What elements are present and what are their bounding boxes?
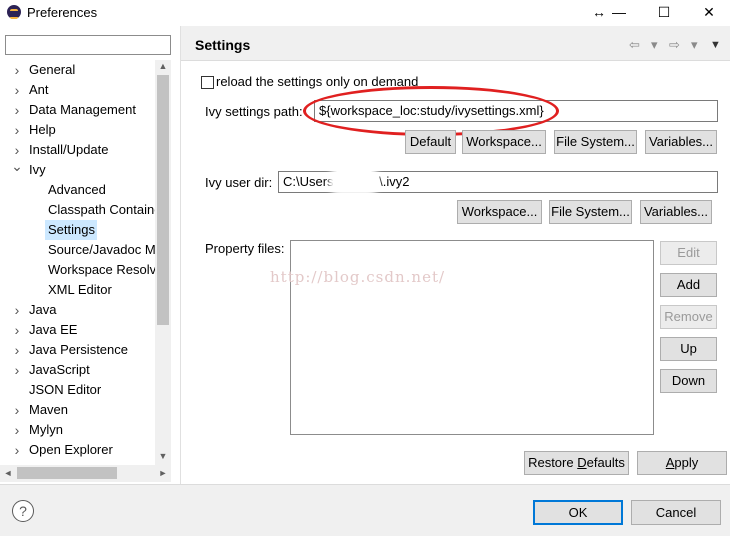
- up-button[interactable]: Up: [660, 337, 717, 361]
- add-button[interactable]: Add: [660, 273, 717, 297]
- chevron-right-icon[interactable]: ›: [10, 300, 24, 320]
- ivy-settings-path-label: Ivy settings path:: [205, 104, 303, 119]
- ivy-user-dir-suffix: \.ivy2: [379, 174, 410, 189]
- eclipse-app-icon: [7, 5, 21, 19]
- tree-item[interactable]: ⌄ Ivy: [0, 158, 156, 180]
- chevron-right-icon[interactable]: ›: [10, 320, 24, 340]
- tree-item-label: Java: [29, 302, 57, 317]
- tree-item[interactable]: › Maven: [0, 400, 156, 420]
- maximize-button[interactable]: ☐: [641, 0, 687, 26]
- chevron-right-icon[interactable]: ›: [10, 100, 24, 120]
- filter-input[interactable]: [5, 35, 171, 55]
- tree-item[interactable]: XML Editor: [0, 280, 156, 300]
- tree-item-label: Settings: [48, 222, 95, 237]
- tree-item[interactable]: › Java Persistence: [0, 340, 156, 360]
- preference-tree: › General › Ant › Data Management › Help › Instal…: [0, 60, 156, 465]
- tree-item[interactable]: JSON Editor: [0, 380, 156, 400]
- tree-vertical-scroll-thumb[interactable]: [157, 75, 169, 325]
- tree-item-label: Mylyn: [29, 422, 63, 437]
- property-files-label: Property files:: [205, 241, 285, 256]
- page-title: Settings: [195, 37, 251, 53]
- ivy-user-dir-label: Ivy user dir:: [205, 175, 273, 190]
- redaction-blur: [333, 170, 375, 192]
- ok-button[interactable]: OK: [533, 500, 623, 525]
- tree-item-label: Open Explorer: [29, 442, 113, 457]
- chevron-right-icon[interactable]: ›: [10, 400, 24, 420]
- tree-item[interactable]: › General: [0, 60, 156, 80]
- scroll-down-icon[interactable]: ▼: [155, 451, 171, 461]
- back-arrow-icon[interactable]: ⇦: [629, 37, 640, 53]
- tree-item-label: JavaScript: [29, 362, 90, 377]
- down-button[interactable]: Down: [660, 369, 717, 393]
- tree-item-label: Install/Update: [29, 142, 109, 157]
- tree-item[interactable]: › Java: [0, 300, 156, 320]
- tree-item[interactable]: › JavaScript: [0, 360, 156, 380]
- tree-item[interactable]: Workspace Resolv: [0, 260, 156, 280]
- apply-button[interactable]: Apply: [637, 451, 727, 475]
- user-dir-variables-button[interactable]: Variables...: [640, 200, 712, 224]
- page-header: [181, 26, 730, 61]
- tree-item-label: JSON Editor: [29, 382, 102, 397]
- tree-item[interactable]: Source/Javadoc M: [0, 240, 156, 260]
- minimize-button[interactable]: —: [596, 0, 642, 26]
- edit-button[interactable]: Edit: [660, 241, 717, 265]
- reload-on-demand-checkbox[interactable]: [201, 76, 214, 89]
- scroll-up-icon[interactable]: ▲: [155, 61, 171, 71]
- tree-item-label: Workspace Resolv: [48, 262, 156, 277]
- forward-menu-chevron-icon[interactable]: ▾: [691, 37, 698, 53]
- tree-item[interactable]: › Help: [0, 120, 156, 140]
- user-dir-file-system-button[interactable]: File System...: [549, 200, 632, 224]
- tree-item[interactable]: Settings: [0, 220, 156, 240]
- chevron-right-icon[interactable]: ›: [10, 60, 24, 80]
- view-menu-icon[interactable]: ▼: [710, 39, 721, 51]
- tree-item[interactable]: › Java EE: [0, 320, 156, 340]
- tree-item-label: Data Management: [29, 102, 136, 117]
- chevron-right-icon[interactable]: ›: [10, 120, 24, 140]
- chevron-right-icon[interactable]: ›: [10, 80, 24, 100]
- tree-horizontal-scroll-thumb[interactable]: [17, 467, 117, 479]
- default-button[interactable]: Default: [405, 130, 456, 154]
- window-title: Preferences: [27, 5, 98, 20]
- chevron-down-icon[interactable]: ⌄: [10, 156, 24, 176]
- pane-divider[interactable]: [180, 26, 181, 484]
- highlight-ellipse-annotation: [303, 86, 559, 136]
- forward-arrow-icon[interactable]: ⇨: [669, 37, 680, 53]
- settings-variables-button[interactable]: Variables...: [645, 130, 717, 154]
- tree-item-label: Ivy: [29, 162, 46, 177]
- tree-item[interactable]: › Ant: [0, 80, 156, 100]
- tree-item-label: General: [29, 62, 76, 77]
- tree-item-label: Classpath Containe: [48, 202, 156, 217]
- tree-item[interactable]: Classpath Containe: [0, 200, 156, 220]
- tree-item-label: XML Editor: [48, 282, 112, 297]
- tree-item-label: Maven: [29, 402, 69, 417]
- tree-item[interactable]: Advanced: [0, 180, 156, 200]
- tree-item-label: Java EE: [29, 322, 78, 337]
- tree-item-label: Help: [29, 122, 56, 137]
- tree-item-label: Source/Javadoc M: [48, 242, 156, 257]
- cancel-button[interactable]: Cancel: [631, 500, 721, 525]
- help-icon[interactable]: ?: [12, 500, 34, 522]
- chevron-right-icon[interactable]: ›: [10, 360, 24, 380]
- tree-item-label: Ant: [29, 82, 49, 97]
- tree-item-label: Java Persistence: [29, 342, 128, 357]
- chevron-right-icon[interactable]: ›: [10, 420, 24, 440]
- settings-workspace-button[interactable]: Workspace...: [462, 130, 546, 154]
- scroll-left-icon[interactable]: ◄: [0, 468, 16, 478]
- settings-file-system-button[interactable]: File System...: [554, 130, 637, 154]
- remove-button[interactable]: Remove: [660, 305, 717, 329]
- chevron-right-icon[interactable]: ›: [10, 440, 24, 460]
- close-button[interactable]: ✕: [686, 0, 730, 26]
- tree-item[interactable]: › Data Management: [0, 100, 156, 120]
- tree-item[interactable]: › Mylyn: [0, 420, 156, 440]
- ivy-user-dir-prefix: C:\Users\: [283, 174, 338, 189]
- tree-item[interactable]: › Open Explorer: [0, 440, 156, 460]
- watermark-text: http://blog.csdn.net/: [270, 268, 446, 286]
- tree-item-label: Advanced: [48, 182, 106, 197]
- restore-defaults-button[interactable]: Restore Defaults: [524, 451, 629, 475]
- user-dir-workspace-button[interactable]: Workspace...: [457, 200, 542, 224]
- chevron-right-icon[interactable]: ›: [10, 340, 24, 360]
- scroll-right-icon[interactable]: ►: [155, 468, 171, 478]
- back-menu-chevron-icon[interactable]: ▾: [651, 37, 658, 53]
